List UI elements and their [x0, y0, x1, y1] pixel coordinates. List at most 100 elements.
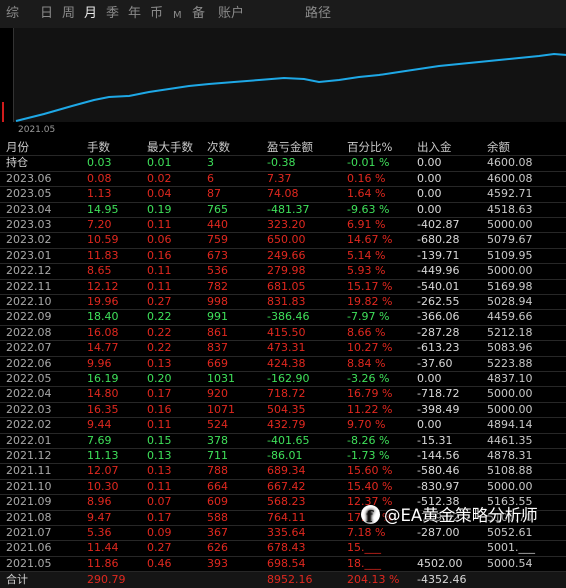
- column-header[interactable]: 出入金: [417, 140, 452, 155]
- cell-max: 0.22: [147, 341, 172, 355]
- cell-pnl: 424.38: [267, 356, 306, 370]
- cell-balance: 5079.67: [487, 233, 533, 247]
- cell-count: 711: [207, 449, 228, 462]
- cell-month: 2021.11: [6, 464, 52, 478]
- tab-0[interactable]: 综: [6, 7, 19, 21]
- table-row: 2021.11 12.07 0.13 788 689.34 15.60 % -580.46 5…: [0, 463, 566, 480]
- cell-pnl: 681.05: [267, 279, 306, 293]
- column-header[interactable]: 余额: [487, 140, 510, 155]
- cell-lots: 19.96: [87, 295, 119, 308]
- cell-pnl: -386.46: [267, 310, 310, 324]
- cell-month: 2021.07: [6, 526, 52, 539]
- tab-4[interactable]: 季: [106, 7, 119, 21]
- cell-pnl: 718.72: [267, 387, 306, 401]
- cell-lots: 7.20: [87, 218, 112, 231]
- column-header[interactable]: 盈亏金额: [267, 140, 313, 155]
- table-row: 2021.12 11.13 0.13 711 -86.01 -1.73 % -144.56 4…: [0, 448, 566, 465]
- cell-pnl: 667.42: [267, 479, 306, 493]
- equity-curve-svg: [15, 52, 566, 122]
- cell-pnl: 432.79: [267, 418, 306, 432]
- cell-max: 0.13: [147, 356, 172, 370]
- cell-lots: 0.08: [87, 171, 112, 185]
- cell-pnl: -0.38: [267, 156, 296, 170]
- cell-max: 0.13: [147, 449, 172, 462]
- table-row: 2022.10 19.96 0.27 998 831.83 19.82 % -262.55 5…: [0, 294, 566, 311]
- column-header[interactable]: 最大手数: [147, 140, 193, 155]
- table-row: 2022.08 16.08 0.22 861 415.50 8.66 % -287.28 52…: [0, 325, 566, 342]
- cell-lots: 7.69: [87, 433, 112, 447]
- tab-6[interactable]: 币: [150, 7, 163, 21]
- equity-chart: [13, 28, 566, 122]
- cell-pnl: 7.37: [267, 171, 292, 185]
- tab-5[interactable]: 年: [128, 7, 141, 21]
- cell-pct: 8.84 %: [347, 356, 386, 370]
- cell-flow: 0.00: [417, 187, 442, 201]
- cell-month: 2023.02: [6, 233, 52, 247]
- cell-month: 2021.06: [6, 541, 52, 555]
- cell-balance: 4600.08: [487, 156, 533, 170]
- cell-balance: 5109.95: [487, 248, 533, 262]
- cell-count: 920: [207, 387, 228, 401]
- cell-max: 0.07: [147, 495, 172, 509]
- cell-max: 0.02: [147, 171, 172, 185]
- column-header[interactable]: 手数: [87, 140, 110, 155]
- tab-1[interactable]: 日: [40, 7, 53, 21]
- cell-pct: -9.63 %: [347, 202, 390, 216]
- cell-max: 0.17: [147, 387, 172, 401]
- cell-pnl: 504.35: [267, 402, 306, 416]
- column-header[interactable]: 月份: [6, 140, 29, 155]
- cell-month: 2022.01: [6, 433, 52, 447]
- cell-max: 0.13: [147, 464, 172, 478]
- cell-count: 991: [207, 310, 228, 324]
- cell-count: 765: [207, 202, 228, 216]
- tab-10[interactable]: 路径: [305, 7, 331, 21]
- table-row: 2023.05 1.13 0.04 87 74.08 1.64 % 0.00 4592.71: [0, 186, 566, 203]
- cell-pnl: 323.20: [267, 218, 306, 231]
- cell-month: 2021.08: [6, 510, 52, 524]
- cell-count: 393: [207, 556, 228, 570]
- cell-max: 0.11: [147, 264, 172, 278]
- cell-pct: -3.26 %: [347, 372, 390, 385]
- tab-7[interactable]: M: [173, 9, 182, 23]
- cell-balance: 4592.71: [487, 187, 533, 201]
- tab-9[interactable]: 账户: [218, 7, 244, 21]
- cell-balance: 5028.94: [487, 295, 533, 308]
- cell-lots: 10.30: [87, 479, 119, 493]
- table-row: 2022.12 8.65 0.11 536 279.98 5.93 % -449.96 500…: [0, 263, 566, 280]
- cell-lots: 11.83: [87, 248, 119, 262]
- tab-2[interactable]: 周: [62, 7, 75, 21]
- cell-pct: -0.01 %: [347, 156, 390, 170]
- cell-pct: 11.22 %: [347, 402, 393, 416]
- cell-pnl: 764.11: [267, 510, 306, 524]
- cell-count: 609: [207, 495, 228, 509]
- equity-chart-area: 2021.05: [0, 28, 566, 140]
- cell-month: 2022.05: [6, 372, 52, 385]
- cell-pnl: 689.34: [267, 464, 306, 478]
- cell-count: 367: [207, 526, 228, 539]
- cell-count: 837: [207, 341, 228, 355]
- column-header[interactable]: 百分比%: [347, 140, 392, 155]
- cell-max: 0.16: [147, 402, 172, 416]
- cell-month: 2022.06: [6, 356, 52, 370]
- cell-flow: 0.00: [417, 418, 442, 432]
- cell-lots: 16.35: [87, 402, 119, 416]
- cell-pnl: 473.31: [267, 341, 306, 355]
- cell-balance: 5169.98: [487, 279, 533, 293]
- cell-count: 759: [207, 233, 228, 247]
- cell-pnl: 650.00: [267, 233, 306, 247]
- cell-pct: 9.70 %: [347, 418, 386, 432]
- cell-balance: 5000.00: [487, 402, 533, 416]
- cell-count: 673: [207, 248, 228, 262]
- cell-pct: 15.40 %: [347, 479, 393, 493]
- tab-8[interactable]: 备: [192, 7, 205, 21]
- tab-3[interactable]: 月: [84, 7, 97, 21]
- cell-flow: -37.60: [417, 356, 453, 370]
- cell-count: 524: [207, 418, 228, 432]
- cell-lots: 12.12: [87, 279, 119, 293]
- column-header[interactable]: 次数: [207, 140, 230, 155]
- cell-count: 664: [207, 479, 228, 493]
- watermark: @EA黄金策略分析师: [357, 502, 546, 531]
- watermark-text: @EA黄金策略分析师: [384, 506, 538, 525]
- cell-flow: -830.97: [417, 479, 460, 493]
- cell-month: 2023.01: [6, 248, 52, 262]
